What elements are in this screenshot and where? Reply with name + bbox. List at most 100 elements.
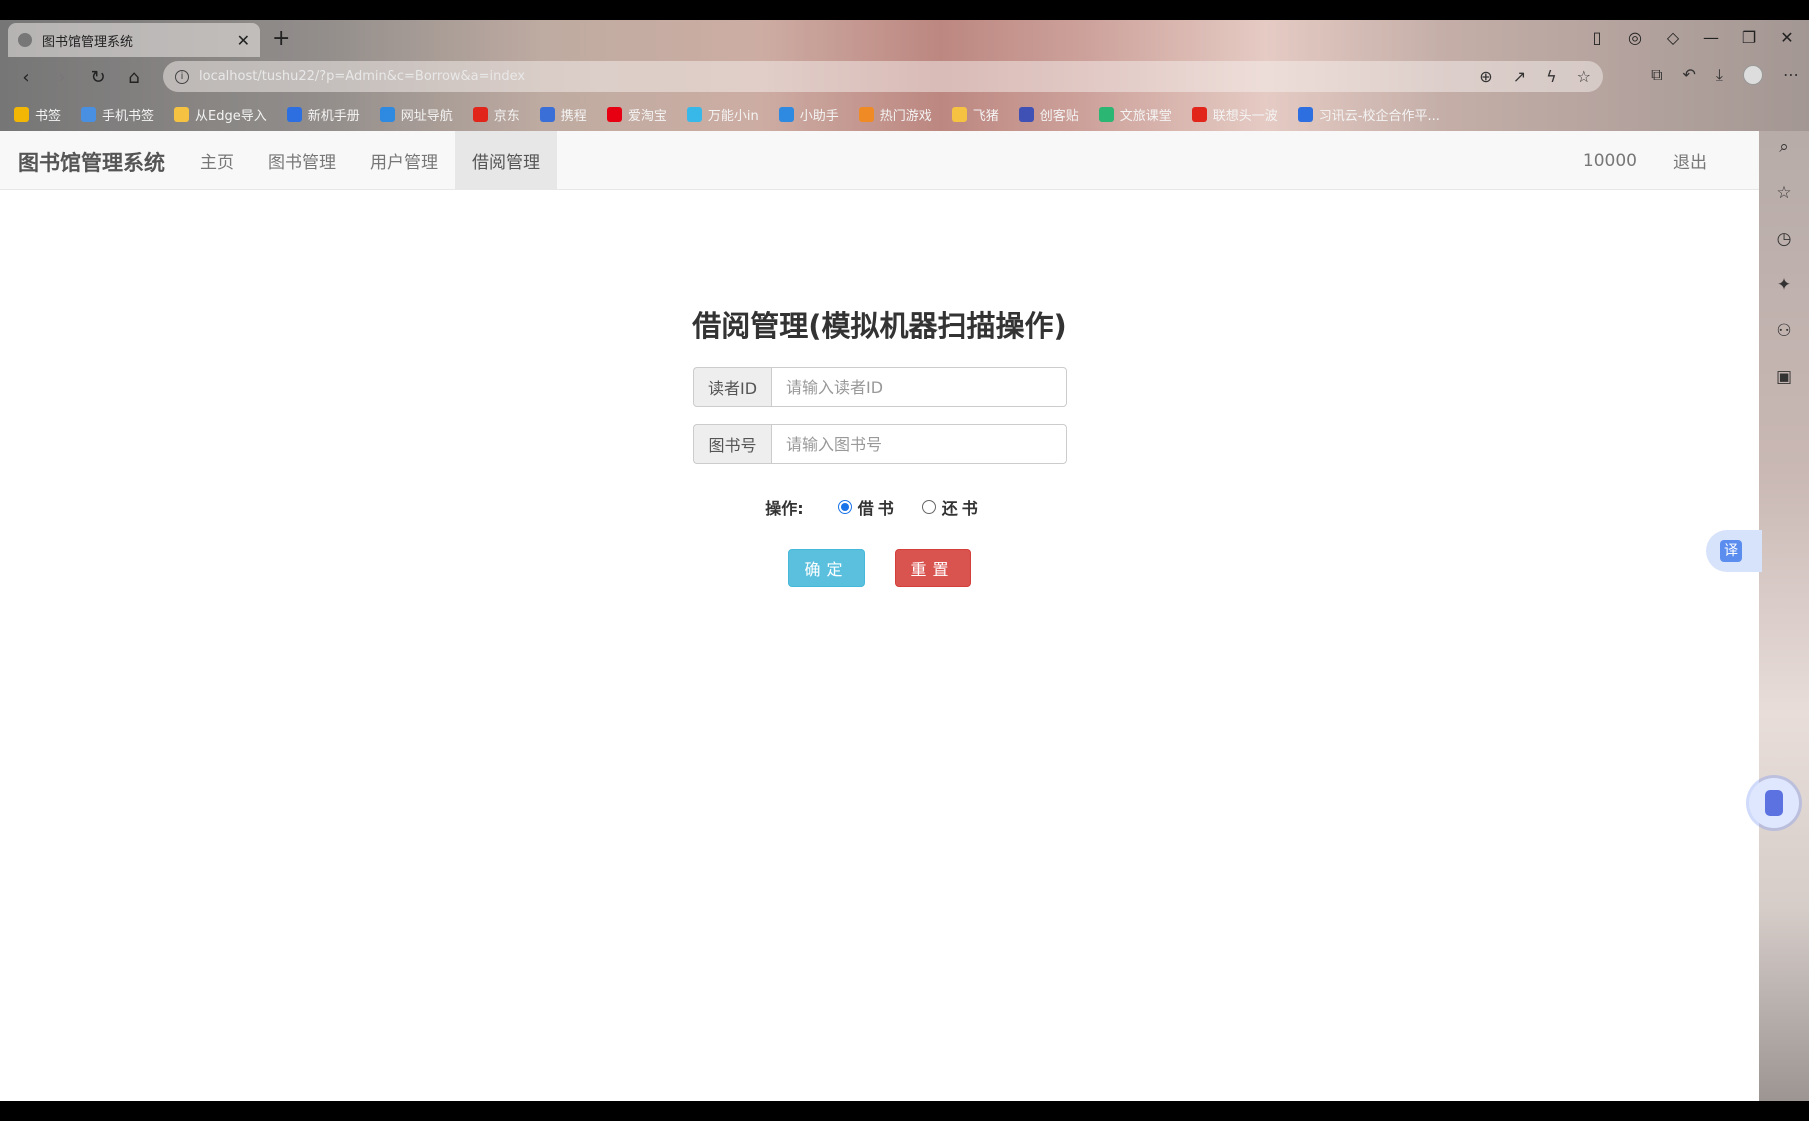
sidebar-toggle-icon[interactable]: ▯ [1589,28,1605,47]
bookmark-label: 创客贴 [1039,109,1079,124]
bookmark-label: 网址导航 [400,109,453,124]
site-info-icon[interactable]: i [175,69,189,84]
zoom-icon[interactable]: ⊕ [1479,67,1492,86]
bookmark-item[interactable]: 京东 [472,105,520,124]
close-window-icon[interactable]: ✕ [1779,28,1795,47]
tab-bar: 图书馆管理系统 ✕ + ▯ ◎ ◇ — ❐ ✕ [0,20,1809,57]
more-menu-icon[interactable]: ⋯ [1783,65,1799,85]
bookmark-item[interactable]: 网址导航 [379,105,453,124]
voice-assistant-button[interactable] [1749,778,1799,828]
bookmark-item[interactable]: 手机书签 [81,105,154,124]
bookmark-item[interactable]: 飞猪 [951,105,999,124]
nav-logout[interactable]: 退出 [1655,131,1725,190]
share-icon[interactable]: ↗ [1513,67,1526,86]
gamepad-icon[interactable]: ⚇ [1774,321,1794,341]
bookmark-item[interactable]: 携程 [539,105,587,124]
bookmark-item[interactable]: 习讯云-校企合作平... [1297,105,1440,124]
bookmark-label: 习讯云-校企合作平... [1318,109,1440,124]
bookmark-item[interactable]: 书签 [14,105,61,124]
star-icon[interactable]: ☆ [1774,183,1794,203]
profile-avatar[interactable] [1743,65,1763,85]
forward-icon[interactable]: › [52,67,72,88]
bookmark-item[interactable]: 创客贴 [1018,105,1079,124]
bolt-icon[interactable]: ϟ [1546,67,1557,86]
ai-icon[interactable]: ✦ [1774,275,1794,295]
window-controls: ▯ ◎ ◇ — ❐ ✕ [1589,28,1795,47]
address-bar[interactable]: i localhost/tushu22/?p=Admin&c=Borrow&a=… [163,61,1603,92]
bookmark-icon [686,107,702,122]
bookmark-item[interactable]: 爱淘宝 [606,105,667,124]
brand-title[interactable]: 图书馆管理系统 [18,147,165,177]
briefcase-icon[interactable]: ▣ [1774,367,1794,387]
book-number-group: 图书号 [693,424,1067,464]
reader-id-label: 读者ID [693,367,771,407]
nav-user-id[interactable]: 10000 [1565,131,1655,190]
tab-title: 图书馆管理系统 [42,34,134,50]
bookmark-icon [174,107,190,122]
bottom-bar [0,1101,1809,1121]
browser-tab[interactable]: 图书馆管理系统 ✕ [8,23,260,57]
form-buttons: 确定 重置 [0,549,1759,587]
bookmark-item[interactable]: 新机手册 [286,105,360,124]
radio-return-circle[interactable] [921,500,936,514]
new-tab-button[interactable]: + [272,26,290,51]
nav-borrow-management[interactable]: 借阅管理 [455,131,557,190]
favorite-star-icon[interactable]: ☆ [1577,67,1591,86]
bookmark-label: 热门游戏 [879,109,932,124]
minimize-icon[interactable]: — [1703,28,1719,47]
bookmark-icon [539,107,555,122]
radio-borrow[interactable]: 借书 [837,495,898,519]
extensions-icon[interactable]: ⧉ [1651,65,1662,85]
translate-float-button[interactable]: 译 [1706,530,1762,572]
maximize-icon[interactable]: ❐ [1741,28,1757,47]
search-icon[interactable]: ⌕ [1774,137,1794,157]
bookmark-label: 京东 [493,109,520,124]
nav-home[interactable]: 主页 [183,131,251,190]
history-clock-icon[interactable]: ◷ [1774,229,1794,249]
book-number-input[interactable] [771,424,1067,464]
reader-id-input[interactable] [771,367,1067,407]
submit-button[interactable]: 确定 [788,549,865,587]
bookmark-icon [1018,107,1034,122]
nav-right: 10000 退出 [1565,131,1725,190]
bookmark-label: 联想头一波 [1212,109,1278,124]
bookmark-label: 新机手册 [307,109,360,124]
reader-id-group: 读者ID [693,367,1067,407]
browser-sidebar: ⌕ ☆ ◷ ✦ ⚇ ▣ [1759,131,1809,1101]
bookmark-label: 书签 [35,109,62,124]
radio-return-label: 还书 [941,499,982,518]
undo-icon[interactable]: ↶ [1683,65,1696,85]
bookmark-label: 爱淘宝 [627,109,667,124]
extension-icon[interactable]: ◇ [1665,28,1681,47]
nav-links: 主页 图书管理 用户管理 借阅管理 [183,131,557,190]
bookmark-item[interactable]: 文旅课堂 [1098,105,1172,124]
reset-button[interactable]: 重置 [894,549,971,587]
radio-borrow-label: 借书 [857,499,898,518]
tab-favicon-icon [18,33,32,47]
bookmark-label: 万能小in [707,109,759,124]
bookmark-label: 手机书签 [102,109,155,124]
radio-borrow-circle[interactable] [837,500,852,514]
browser-chrome: 图书馆管理系统 ✕ + ▯ ◎ ◇ — ❐ ✕ ‹ › ↻ ⌂ i localh… [0,20,1809,131]
tab-close-icon[interactable]: ✕ [237,31,250,50]
bookmark-item[interactable]: 联想头一波 [1191,105,1278,124]
nav-user-management[interactable]: 用户管理 [353,131,455,190]
bookmark-item[interactable]: 万能小in [686,105,759,124]
back-icon[interactable]: ‹ [16,67,36,88]
game-icon[interactable]: ◎ [1627,28,1643,47]
radio-return[interactable]: 还书 [921,495,982,519]
download-icon[interactable]: ⤓ [1716,65,1723,85]
bookmark-item[interactable]: 从Edge导入 [174,105,267,124]
translate-icon: 译 [1720,540,1742,562]
bookmark-item[interactable]: 小助手 [778,105,839,124]
nav-book-management[interactable]: 图书管理 [251,131,353,190]
page-viewport: 图书馆管理系统 主页 图书管理 用户管理 借阅管理 10000 退出 借阅管理(… [0,131,1759,1101]
home-icon[interactable]: ⌂ [124,67,144,88]
bookmark-icon [14,107,29,122]
bookmark-item[interactable]: 热门游戏 [858,105,932,124]
bookmark-icon [286,107,302,122]
address-url[interactable]: localhost/tushu22/?p=Admin&c=Borrow&a=in… [199,69,1479,84]
reload-icon[interactable]: ↻ [88,67,108,88]
operation-label: 操作: [765,499,804,518]
bookmark-icon [606,107,622,122]
